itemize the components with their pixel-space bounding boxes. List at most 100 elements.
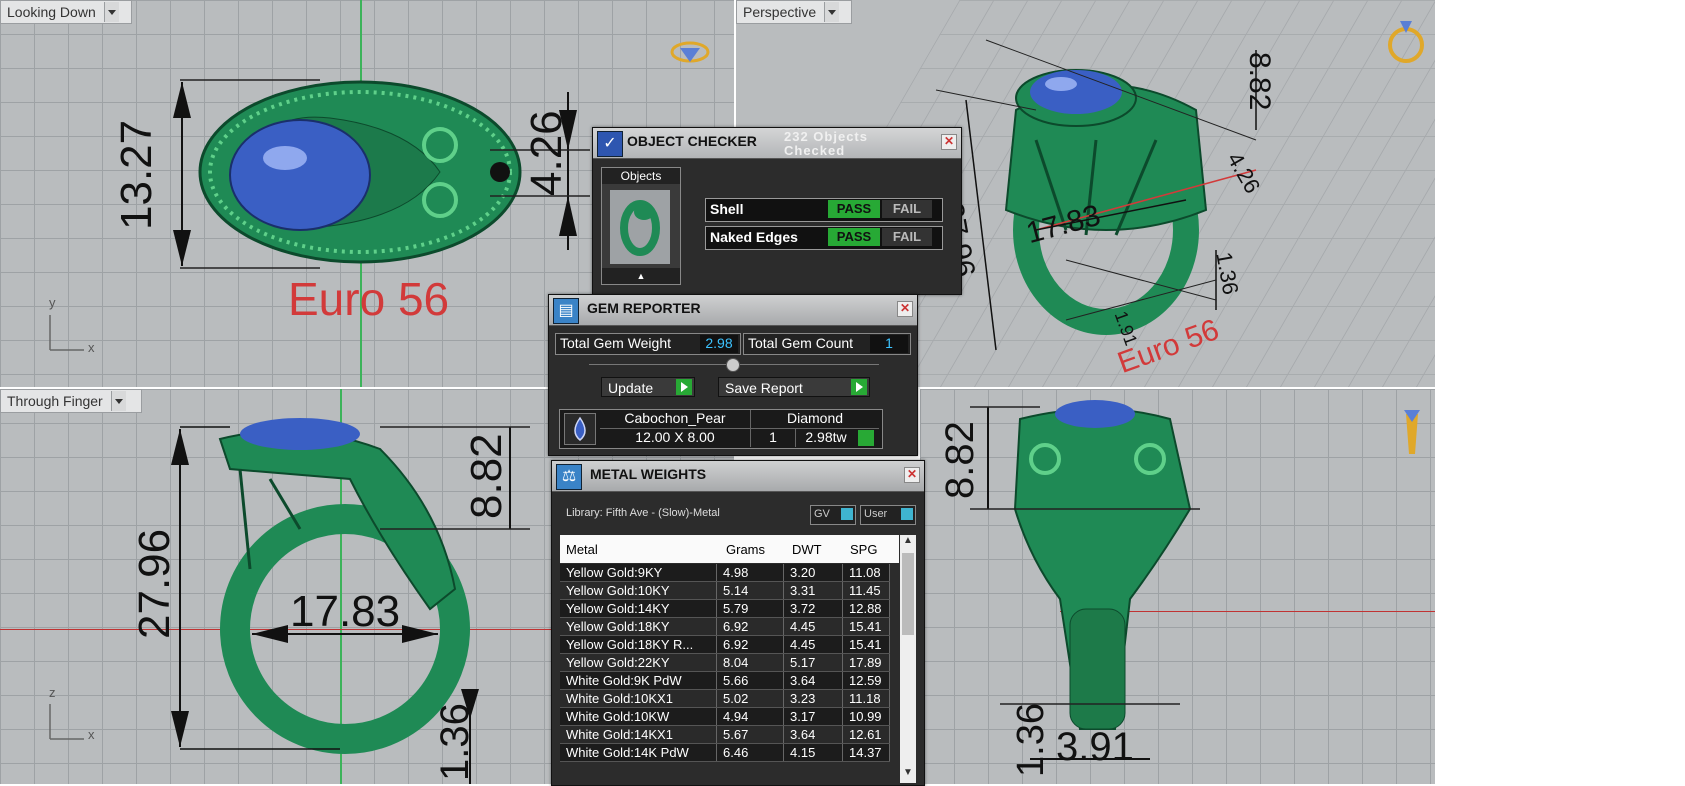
metal-table-scrollbar[interactable]: ▲ ▼ — [900, 535, 916, 783]
objects-preview: Objects ▲ — [601, 167, 681, 285]
dim-front-1-36: 1.36 — [433, 703, 477, 781]
axis-y-label: y — [49, 295, 56, 310]
table-row[interactable]: Yellow Gold:18KY 6.92 4.45 15.41 — [560, 617, 890, 636]
splitter-knob[interactable] — [726, 358, 740, 372]
table-row[interactable]: Yellow Gold:10KY 5.14 3.31 11.45 — [560, 581, 890, 600]
close-icon[interactable]: ✕ — [904, 467, 920, 483]
metal-cell: White Gold:10KW — [560, 707, 717, 726]
dwt-cell: 3.17 — [783, 707, 843, 726]
axis-x-label-front: x — [88, 727, 95, 742]
shell-fail-button[interactable]: FAIL — [882, 200, 932, 218]
object-checker-summary: 232 Objects Checked — [784, 129, 868, 158]
metal-cell: White Gold:10KX1 — [560, 689, 717, 708]
scroll-down-arrow[interactable]: ▼ — [900, 767, 916, 783]
total-gem-count-box: Total Gem Count 1 — [743, 333, 911, 355]
scroll-up-arrow[interactable]: ▲ — [900, 535, 916, 551]
chevron-down-icon[interactable] — [103, 2, 119, 22]
gem-list-row[interactable]: Cabochon_Pear Diamond 12.00 X 8.00 1 2.9… — [559, 409, 883, 449]
shell-pass-button[interactable]: PASS — [828, 200, 880, 218]
grams-cell: 5.67 — [716, 725, 784, 744]
spg-cell: 15.41 — [842, 617, 890, 636]
dim-13-27: 13.27 — [112, 119, 161, 230]
pear-gem-icon — [564, 413, 596, 445]
metal-weights-titlebar[interactable]: ⚖ METAL WEIGHTS ✕ — [552, 461, 924, 492]
table-row[interactable]: White Gold:14K PdW 6.46 4.15 14.37 — [560, 743, 890, 762]
metal-cell: Yellow Gold:18KY — [560, 617, 717, 636]
table-row[interactable]: White Gold:9K PdW 5.66 3.64 12.59 — [560, 671, 890, 690]
table-row[interactable]: Yellow Gold:22KY 8.04 5.17 17.89 — [560, 653, 890, 672]
dwt-cell: 3.31 — [783, 581, 843, 600]
spg-cell: 12.61 — [842, 725, 890, 744]
gem-weight: 2.98tw — [805, 429, 847, 445]
dwt-cell: 3.64 — [783, 725, 843, 744]
dim-right-1-36: 1.36 — [1010, 703, 1052, 777]
axis-x-label: x — [88, 340, 95, 355]
gv-toggle-knob — [841, 508, 853, 520]
close-icon[interactable]: ✕ — [897, 301, 913, 317]
ring-size-label: Euro 56 — [288, 273, 450, 325]
save-report-button[interactable]: Save Report — [718, 377, 870, 397]
table-row[interactable]: White Gold:14KX1 5.67 3.64 12.61 — [560, 725, 890, 744]
dwt-cell: 3.23 — [783, 689, 843, 708]
metal-weights-title: METAL WEIGHTS — [590, 466, 707, 482]
table-row[interactable]: Yellow Gold:18KY R... 6.92 4.45 15.41 — [560, 635, 890, 654]
viewport-label-looking-down[interactable]: Looking Down — [0, 0, 132, 24]
check-icon: ✓ — [597, 131, 623, 157]
metal-table-header: Metal Grams DWT SPG — [560, 535, 899, 563]
gem-size: 12.00 X 8.00 — [600, 429, 751, 447]
table-row[interactable]: White Gold:10KX1 5.02 3.23 11.18 — [560, 689, 890, 708]
naked-edges-pass-button[interactable]: PASS — [828, 228, 880, 246]
dwt-cell: 5.17 — [783, 653, 843, 672]
dim-right-8-82: 8.82 — [938, 421, 982, 499]
metal-scale-icon: ⚖ — [556, 464, 582, 490]
col-metal[interactable]: Metal — [566, 542, 598, 557]
dwt-cell: 3.64 — [783, 671, 843, 690]
dim-4-26: 4.26 — [522, 110, 571, 196]
gem-go-button[interactable] — [858, 430, 874, 446]
gem-reporter-panel: ▤ GEM REPORTER ✕ Total Gem Weight 2.98 T… — [548, 294, 918, 456]
spg-cell: 11.45 — [842, 581, 890, 600]
spg-cell: 11.18 — [842, 689, 890, 708]
grams-cell: 6.92 — [716, 635, 784, 654]
check-row-naked-edges: Naked Edges PASS FAIL — [705, 226, 943, 250]
grams-cell: 5.02 — [716, 689, 784, 708]
naked-edges-fail-button[interactable]: FAIL — [882, 228, 932, 246]
close-icon[interactable]: ✕ — [941, 134, 957, 150]
object-checker-title: OBJECT CHECKER — [627, 133, 757, 149]
col-dwt[interactable]: DWT — [792, 542, 822, 557]
scroll-up-button[interactable]: ▲ — [602, 268, 680, 284]
grams-cell: 5.66 — [716, 671, 784, 690]
col-spg[interactable]: SPG — [850, 542, 877, 557]
gem-shape: Cabochon_Pear — [600, 410, 751, 429]
table-row[interactable]: Yellow Gold:9KY 4.98 3.20 11.08 — [560, 564, 890, 582]
update-button[interactable]: Update — [601, 377, 695, 397]
user-toggle-knob — [901, 508, 913, 520]
viewport-right[interactable]: 8.82 1.36 3.91 — [920, 389, 1435, 784]
dim-persp-8-82: 8.82 — [1243, 52, 1276, 111]
dwt-cell: 3.20 — [783, 564, 843, 582]
metal-cell: Yellow Gold:14KY — [560, 599, 717, 618]
spg-cell: 11.08 — [842, 564, 890, 582]
gv-toggle[interactable]: GV — [810, 505, 856, 525]
viewport-label-perspective[interactable]: Perspective — [736, 0, 852, 24]
viewport-label-through-finger[interactable]: Through Finger — [0, 389, 142, 413]
object-thumbnail — [610, 190, 670, 264]
dim-front-8-82: 8.82 — [462, 433, 511, 519]
metal-table-body: Yellow Gold:9KY 4.98 3.20 11.08 Yellow Gold:… — [560, 564, 899, 783]
chevron-down-icon[interactable] — [824, 2, 840, 22]
axis-z-label: z — [49, 685, 56, 700]
table-row[interactable]: Yellow Gold:14KY 5.79 3.72 12.88 — [560, 599, 890, 618]
object-checker-titlebar[interactable]: ✓ OBJECT CHECKER 232 Objects Checked ✕ — [593, 128, 961, 159]
gem-report-icon: ▤ — [553, 298, 579, 324]
chevron-down-icon[interactable] — [110, 391, 126, 411]
table-row[interactable]: White Gold:10KW 4.94 3.17 10.99 — [560, 707, 890, 726]
dim-front-17-83: 17.83 — [290, 587, 401, 636]
col-grams[interactable]: Grams — [726, 542, 765, 557]
scrollbar-thumb[interactable] — [902, 553, 914, 635]
total-gem-count-value: 1 — [870, 335, 908, 353]
gem-reporter-titlebar[interactable]: ▤ GEM REPORTER ✕ — [549, 295, 917, 326]
user-toggle[interactable]: User — [860, 505, 916, 525]
dwt-cell: 4.15 — [783, 743, 843, 762]
metal-cell: Yellow Gold:10KY — [560, 581, 717, 600]
grams-cell: 6.92 — [716, 617, 784, 636]
